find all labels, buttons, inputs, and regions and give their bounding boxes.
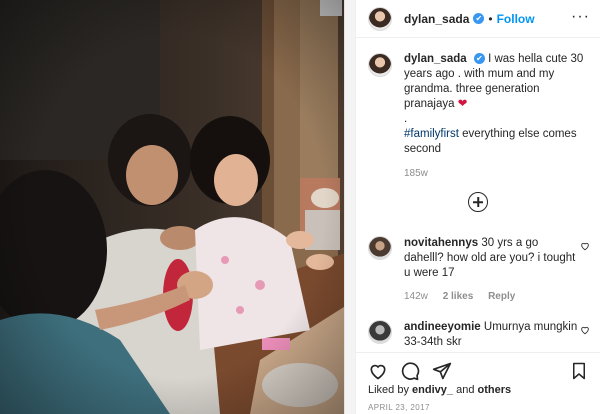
post-header: dylan_sada ✔ • Follow ··· [356, 0, 600, 38]
liker-username[interactable]: endivy_ [412, 384, 453, 396]
bookmark-icon[interactable] [570, 361, 588, 381]
caption-text: dylan_sada ✔ I was hella cute 30 years a… [404, 52, 588, 157]
plus-circle-icon[interactable] [468, 192, 488, 212]
commenter-username[interactable]: andineeyomie [404, 321, 481, 333]
comment-time[interactable]: 142w [404, 291, 428, 302]
heart-icon[interactable] [368, 361, 388, 381]
hashtag-link[interactable]: #familyfirst [404, 128, 459, 140]
comment-text: andineeyomie Umurnya mungkin 33-34th skr [404, 320, 578, 350]
comment-text: novitahennys 30 yrs a go dahelll? how ol… [404, 236, 578, 304]
post-photo[interactable] [0, 0, 355, 414]
caption-timestamp[interactable]: 185w [404, 168, 588, 179]
action-bar [356, 352, 600, 382]
commenter-username[interactable]: novitahennys [404, 237, 478, 249]
scrollbar[interactable] [344, 0, 355, 414]
likes-others[interactable]: others [478, 384, 512, 396]
commenter-avatar[interactable] [368, 320, 392, 344]
load-more [356, 192, 600, 215]
share-icon[interactable] [432, 361, 452, 381]
likes-prefix: Liked by [368, 384, 409, 396]
reply-button[interactable]: Reply [488, 291, 515, 302]
vintage-family-photo [0, 0, 355, 414]
comment-icon[interactable] [400, 361, 420, 381]
comment-like-heart-icon[interactable] [580, 241, 590, 251]
username[interactable]: dylan_sada [404, 12, 469, 26]
comment-item: andineeyomie Umurnya mungkin 33-34th skr [368, 320, 594, 350]
instagram-post-modal: dylan_sada ✔ • Follow ··· dylan_sada ✔ I… [0, 0, 600, 414]
comment-item: novitahennys 30 yrs a go dahelll? how ol… [368, 236, 594, 304]
more-options-icon[interactable]: ··· [571, 9, 590, 25]
caption-avatar[interactable] [368, 53, 392, 77]
caption-block: dylan_sada ✔ I was hella cute 30 years a… [356, 38, 600, 179]
commenter-avatar[interactable] [368, 236, 392, 260]
post-date[interactable]: APRIL 23, 2017 [368, 403, 430, 412]
follow-button[interactable]: Follow [497, 12, 535, 26]
caption-verified-icon: ✔ [473, 53, 485, 64]
verified-icon: ✔ [473, 13, 485, 24]
caption-username[interactable]: dylan_sada [404, 53, 467, 65]
post-side-panel: dylan_sada ✔ • Follow ··· dylan_sada ✔ I… [355, 0, 600, 414]
comment-likes[interactable]: 2 likes [443, 291, 474, 302]
likes-joiner: and [456, 384, 475, 396]
comment-like-heart-icon[interactable] [580, 325, 590, 335]
heart-emoji: ❤ [457, 98, 468, 110]
caption-dot: . [404, 113, 408, 125]
likes-summary: Liked by endivy_ and others [368, 384, 511, 396]
avatar[interactable] [368, 6, 392, 31]
comment-meta: 142w 2 likes Reply [404, 289, 578, 304]
separator-dot: • [488, 11, 493, 26]
